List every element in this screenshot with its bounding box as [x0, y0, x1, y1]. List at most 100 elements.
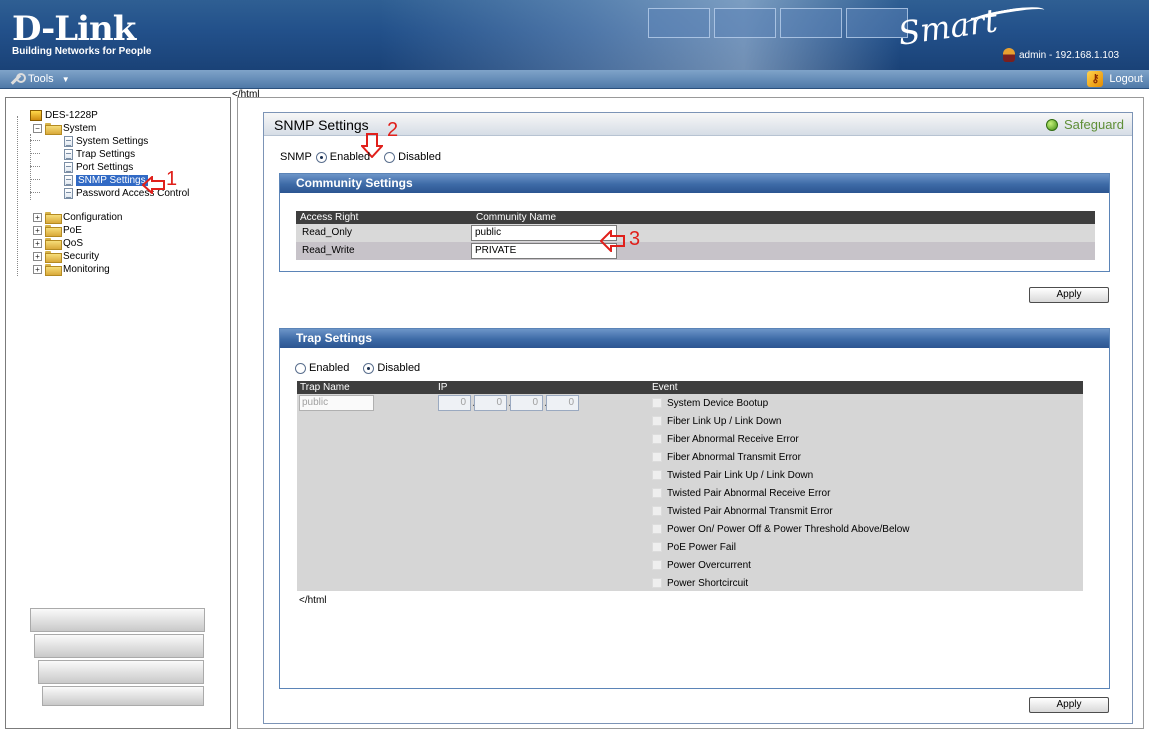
trap-title-bar: Trap Settings — [280, 329, 1109, 348]
toolbar: Tools ▼ ⚷ Logout — [0, 70, 1149, 89]
wrench-icon — [8, 71, 26, 87]
event-checkbox[interactable] — [652, 488, 662, 498]
event-label: Fiber Abnormal Transmit Error — [667, 451, 801, 463]
trap-apply-button[interactable]: Apply — [1029, 697, 1109, 713]
tree-item-system-settings[interactable]: System Settings — [64, 135, 148, 147]
trap-disabled-radio[interactable] — [363, 362, 375, 374]
snmp-state-group: SNMP Enabled Disabled — [280, 151, 441, 163]
tree-label: Trap Settings — [76, 148, 136, 160]
event-item: System Device Bootup — [652, 396, 768, 410]
tree-line — [30, 153, 40, 154]
event-label: Twisted Pair Link Up / Link Down — [667, 469, 814, 481]
ip-octet-input[interactable]: 0 — [546, 395, 579, 411]
snmp-enabled-radio[interactable] — [315, 151, 327, 163]
community-name-input[interactable]: PRIVATE — [471, 243, 617, 259]
tree-item-system[interactable]: − System — [33, 122, 97, 135]
page-icon — [64, 161, 73, 173]
trap-name-input[interactable]: public — [299, 395, 374, 411]
tree-item-snmp-settings[interactable]: SNMP Settings — [64, 174, 148, 186]
event-checkbox[interactable] — [652, 434, 662, 444]
smart-logo: Smart — [895, 1, 1000, 53]
logout-button[interactable]: ⚷ Logout — [1087, 71, 1143, 87]
switch-unit — [34, 634, 204, 658]
event-checkbox[interactable] — [652, 470, 662, 480]
switch-unit — [30, 608, 205, 632]
expand-icon[interactable]: + — [33, 238, 42, 248]
tree-label: SNMP Settings — [76, 174, 148, 186]
trap-enabled-radio[interactable] — [295, 362, 306, 374]
app-window: D-Link Building Networks for People Smar… — [0, 0, 1149, 730]
page-icon — [64, 187, 73, 199]
tree-label: PoE — [63, 224, 82, 236]
column-header: Trap Name — [300, 382, 350, 393]
ip-octet-input[interactable]: 0 — [438, 395, 471, 411]
trap-table-body: public 0 . 0 . 0 . 0 System Device Bootu… — [297, 394, 1083, 591]
folder-open-icon — [45, 123, 62, 135]
tools-label: Tools — [28, 73, 54, 85]
event-label: Fiber Link Up / Link Down — [667, 415, 782, 427]
community-title-bar: Community Settings — [280, 174, 1109, 193]
event-item: Power On/ Power Off & Power Threshold Ab… — [652, 522, 910, 536]
annotation-number-2: 2 — [387, 119, 399, 141]
expand-icon[interactable]: + — [33, 251, 42, 261]
event-checkbox[interactable] — [652, 416, 662, 426]
ip-octet-input[interactable]: 0 — [474, 395, 507, 411]
tree-label: QoS — [63, 237, 84, 249]
access-right-cell: Read_Only — [302, 227, 353, 238]
page-title: SNMP Settings — [274, 117, 369, 133]
community-apply-button[interactable]: Apply — [1029, 287, 1109, 303]
tree-item-configuration[interactable]: + Configuration — [33, 211, 122, 224]
expand-icon[interactable]: + — [33, 225, 42, 235]
snmp-disabled-label: Disabled — [398, 151, 441, 163]
expand-icon[interactable]: + — [33, 264, 42, 274]
tree-item-poe[interactable]: + PoE — [33, 224, 82, 237]
stray-html-text: </html — [299, 595, 327, 606]
community-name-input[interactable]: public — [471, 225, 617, 241]
user-icon — [1003, 48, 1015, 62]
user-label: admin - 192.168.1.103 — [1019, 49, 1120, 61]
tools-menu[interactable]: Tools ▼ — [8, 71, 70, 87]
event-label: Power On/ Power Off & Power Threshold Ab… — [667, 523, 910, 535]
event-checkbox[interactable] — [652, 578, 662, 588]
annotation-number-3: 3 — [629, 228, 641, 250]
tree-item-port-settings[interactable]: Port Settings — [64, 161, 133, 173]
collapse-icon[interactable]: − — [33, 123, 42, 133]
tree-item-trap-settings[interactable]: Trap Settings — [64, 148, 135, 160]
trap-state-group: Enabled Disabled — [295, 362, 420, 374]
column-header: IP — [438, 382, 448, 393]
page-icon — [64, 148, 73, 160]
tree-label: Port Settings — [76, 161, 134, 173]
tree-root-device[interactable]: DES-1228P — [30, 109, 98, 121]
tree-line — [17, 116, 18, 276]
event-checkbox[interactable] — [652, 506, 662, 516]
switch-device-icon — [30, 109, 42, 121]
expand-icon[interactable]: + — [33, 212, 42, 222]
banner-port — [648, 8, 710, 38]
tree-item-qos[interactable]: + QoS — [33, 237, 84, 250]
ip-octet-input[interactable]: 0 — [510, 395, 543, 411]
trap-enabled-label: Enabled — [309, 362, 350, 374]
community-settings-panel: Community Settings Access Right Communit… — [279, 173, 1110, 272]
event-label: Twisted Pair Abnormal Receive Error — [667, 487, 831, 499]
tree-item-security[interactable]: + Security — [33, 250, 99, 263]
tree-item-monitoring[interactable]: + Monitoring — [33, 263, 110, 276]
event-checkbox[interactable] — [652, 560, 662, 570]
event-item: Twisted Pair Abnormal Receive Error — [652, 486, 830, 500]
event-checkbox[interactable] — [652, 542, 662, 552]
logout-label: Logout — [1109, 73, 1143, 85]
event-checkbox[interactable] — [652, 452, 662, 462]
snmp-disabled-radio[interactable] — [384, 151, 396, 163]
event-item: Power Shortcircuit — [652, 576, 748, 590]
event-checkbox[interactable] — [652, 524, 662, 534]
page-icon — [64, 135, 73, 147]
event-checkbox[interactable] — [652, 398, 662, 408]
switch-unit — [38, 660, 204, 684]
event-item: Twisted Pair Link Up / Link Down — [652, 468, 813, 482]
tree-line — [30, 134, 31, 200]
snmp-enabled-label: Enabled — [329, 151, 371, 163]
event-item: Power Overcurrent — [652, 558, 751, 572]
table-row: Read_Only — [296, 224, 1095, 242]
tree-label: System — [63, 122, 97, 134]
event-item: Fiber Abnormal Transmit Error — [652, 450, 801, 464]
column-header: Community Name — [476, 212, 557, 223]
